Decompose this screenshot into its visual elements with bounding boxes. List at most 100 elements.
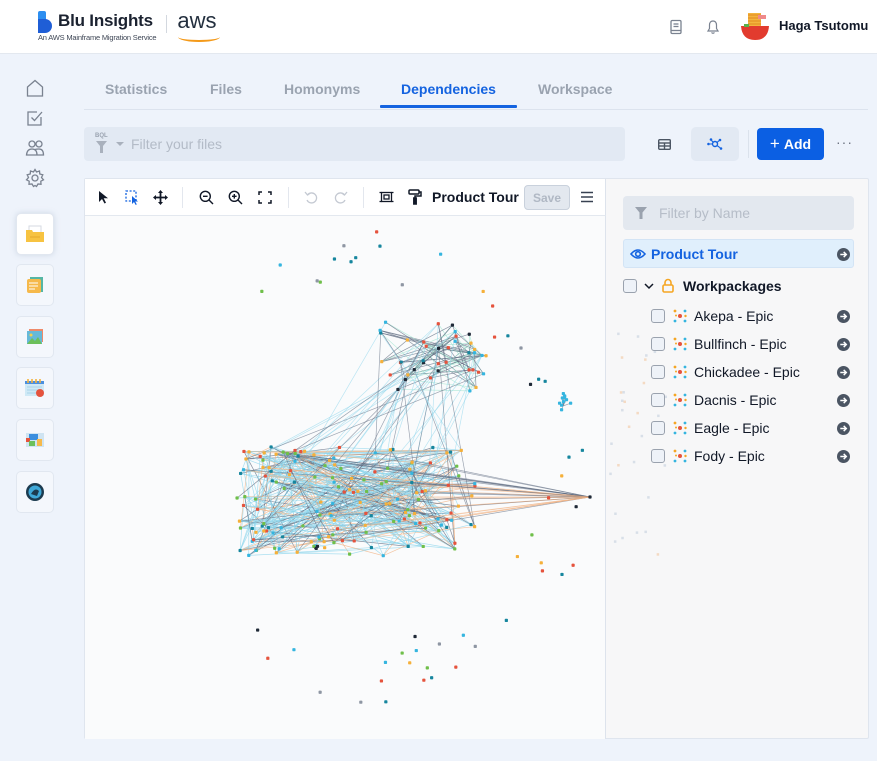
dependency-node[interactable] — [406, 544, 410, 549]
bell-icon[interactable] — [705, 19, 721, 35]
workpackage-checkbox[interactable] — [651, 449, 665, 463]
dependency-node[interactable] — [281, 535, 285, 539]
dependency-node[interactable] — [299, 450, 303, 454]
support-app-tile[interactable] — [16, 471, 54, 513]
dependency-node[interactable] — [413, 634, 417, 639]
dependency-node[interactable] — [406, 373, 410, 377]
workpackage-item[interactable]: Akepa - Epic — [651, 305, 854, 327]
tab-homonyms[interactable]: Homonyms — [284, 81, 360, 97]
dependency-node[interactable] — [414, 521, 418, 526]
dependency-node[interactable] — [515, 554, 519, 559]
dependency-node[interactable] — [315, 509, 319, 514]
workpackage-item[interactable]: Dacnis - Epic — [651, 389, 854, 411]
dependency-node[interactable] — [380, 482, 384, 486]
dependency-node[interactable] — [292, 480, 297, 484]
dependency-node[interactable] — [254, 548, 258, 552]
dependency-node[interactable] — [384, 700, 388, 704]
dependency-node[interactable] — [519, 346, 523, 350]
dependency-node[interactable] — [241, 468, 246, 472]
dependency-node[interactable] — [481, 289, 485, 294]
dependency-node[interactable] — [473, 482, 477, 486]
dependency-node[interactable] — [323, 546, 327, 550]
dependency-node[interactable] — [252, 538, 256, 542]
add-button[interactable]: + Add — [757, 128, 824, 160]
dependency-node[interactable] — [273, 546, 277, 550]
fit-screen-icon[interactable] — [257, 189, 273, 205]
dependency-node[interactable] — [546, 496, 551, 500]
dependency-node[interactable] — [559, 408, 564, 412]
dependency-node[interactable] — [414, 648, 418, 653]
dependency-node[interactable] — [256, 628, 260, 632]
dependency-node[interactable] — [349, 260, 353, 264]
dependency-node[interactable] — [362, 478, 366, 482]
dependency-node[interactable] — [436, 369, 440, 373]
dependency-node[interactable] — [332, 541, 336, 545]
undo-icon[interactable] — [303, 189, 319, 205]
dependency-node[interactable] — [274, 551, 278, 555]
dependency-node[interactable] — [439, 252, 443, 256]
dependency-node[interactable] — [416, 497, 421, 502]
dependency-node[interactable] — [445, 525, 449, 530]
dependency-node[interactable] — [380, 360, 384, 364]
dependency-node[interactable] — [448, 450, 453, 454]
dependency-node[interactable] — [439, 523, 443, 527]
dependency-node[interactable] — [396, 387, 400, 392]
dependency-node[interactable] — [446, 483, 450, 487]
dependency-node[interactable] — [269, 469, 273, 473]
dependency-node[interactable] — [469, 341, 473, 345]
dependency-node[interactable] — [266, 526, 271, 530]
dependency-node[interactable] — [318, 690, 322, 694]
dependency-node[interactable] — [358, 500, 362, 505]
dependency-node[interactable] — [287, 473, 292, 477]
zoom-in-icon[interactable] — [227, 189, 243, 205]
dependency-node[interactable] — [384, 502, 388, 506]
dependency-node[interactable] — [378, 244, 382, 248]
dependency-node[interactable] — [241, 503, 246, 508]
dependency-node[interactable] — [456, 504, 461, 508]
dependency-node[interactable] — [453, 547, 457, 551]
frame-icon[interactable] — [378, 189, 394, 205]
dependency-node[interactable] — [326, 535, 331, 539]
dependency-graph[interactable] — [85, 216, 606, 739]
dependency-node[interactable] — [269, 445, 273, 449]
workpackages-group[interactable]: Workpackages — [623, 275, 854, 297]
dependency-node[interactable] — [412, 368, 416, 372]
dependency-node[interactable] — [242, 449, 246, 454]
arrow-circle-right-icon[interactable] — [837, 366, 850, 379]
dependency-node[interactable] — [474, 385, 478, 390]
workpackage-item[interactable]: Eagle - Epic — [651, 417, 854, 439]
dependency-node[interactable] — [569, 401, 573, 405]
dependency-node[interactable] — [386, 466, 390, 470]
dependency-node[interactable] — [399, 360, 403, 364]
dependency-node[interactable] — [436, 517, 440, 521]
dependency-node[interactable] — [467, 351, 471, 355]
dependency-node[interactable] — [363, 523, 367, 527]
dependency-node[interactable] — [476, 370, 481, 374]
dependency-node[interactable] — [250, 526, 254, 531]
dependency-node[interactable] — [340, 539, 345, 543]
dependency-node[interactable] — [580, 448, 584, 452]
table-view-button[interactable] — [640, 127, 688, 161]
dependency-node[interactable] — [348, 487, 352, 492]
dependency-node[interactable] — [405, 338, 409, 342]
dependency-node[interactable] — [388, 448, 392, 452]
folder-app-tile[interactable] — [16, 213, 54, 255]
dependency-node[interactable] — [415, 491, 419, 495]
dependency-node[interactable] — [375, 230, 379, 234]
dependency-node[interactable] — [421, 544, 425, 549]
dependency-node[interactable] — [472, 351, 477, 355]
dependency-node[interactable] — [309, 540, 313, 544]
dependency-node[interactable] — [388, 373, 392, 377]
zoom-out-icon[interactable] — [198, 189, 214, 205]
dependency-node[interactable] — [453, 330, 457, 334]
home-icon[interactable] — [25, 78, 45, 98]
dependency-node[interactable] — [459, 448, 463, 452]
dependency-node[interactable] — [301, 524, 305, 528]
dependency-node[interactable] — [274, 452, 278, 456]
dependency-node[interactable] — [271, 531, 275, 535]
dependency-node[interactable] — [314, 546, 318, 550]
dependency-node[interactable] — [335, 527, 340, 531]
dependency-node[interactable] — [383, 660, 388, 665]
filter-by-name-input[interactable] — [659, 196, 849, 230]
dependency-node[interactable] — [292, 648, 296, 652]
